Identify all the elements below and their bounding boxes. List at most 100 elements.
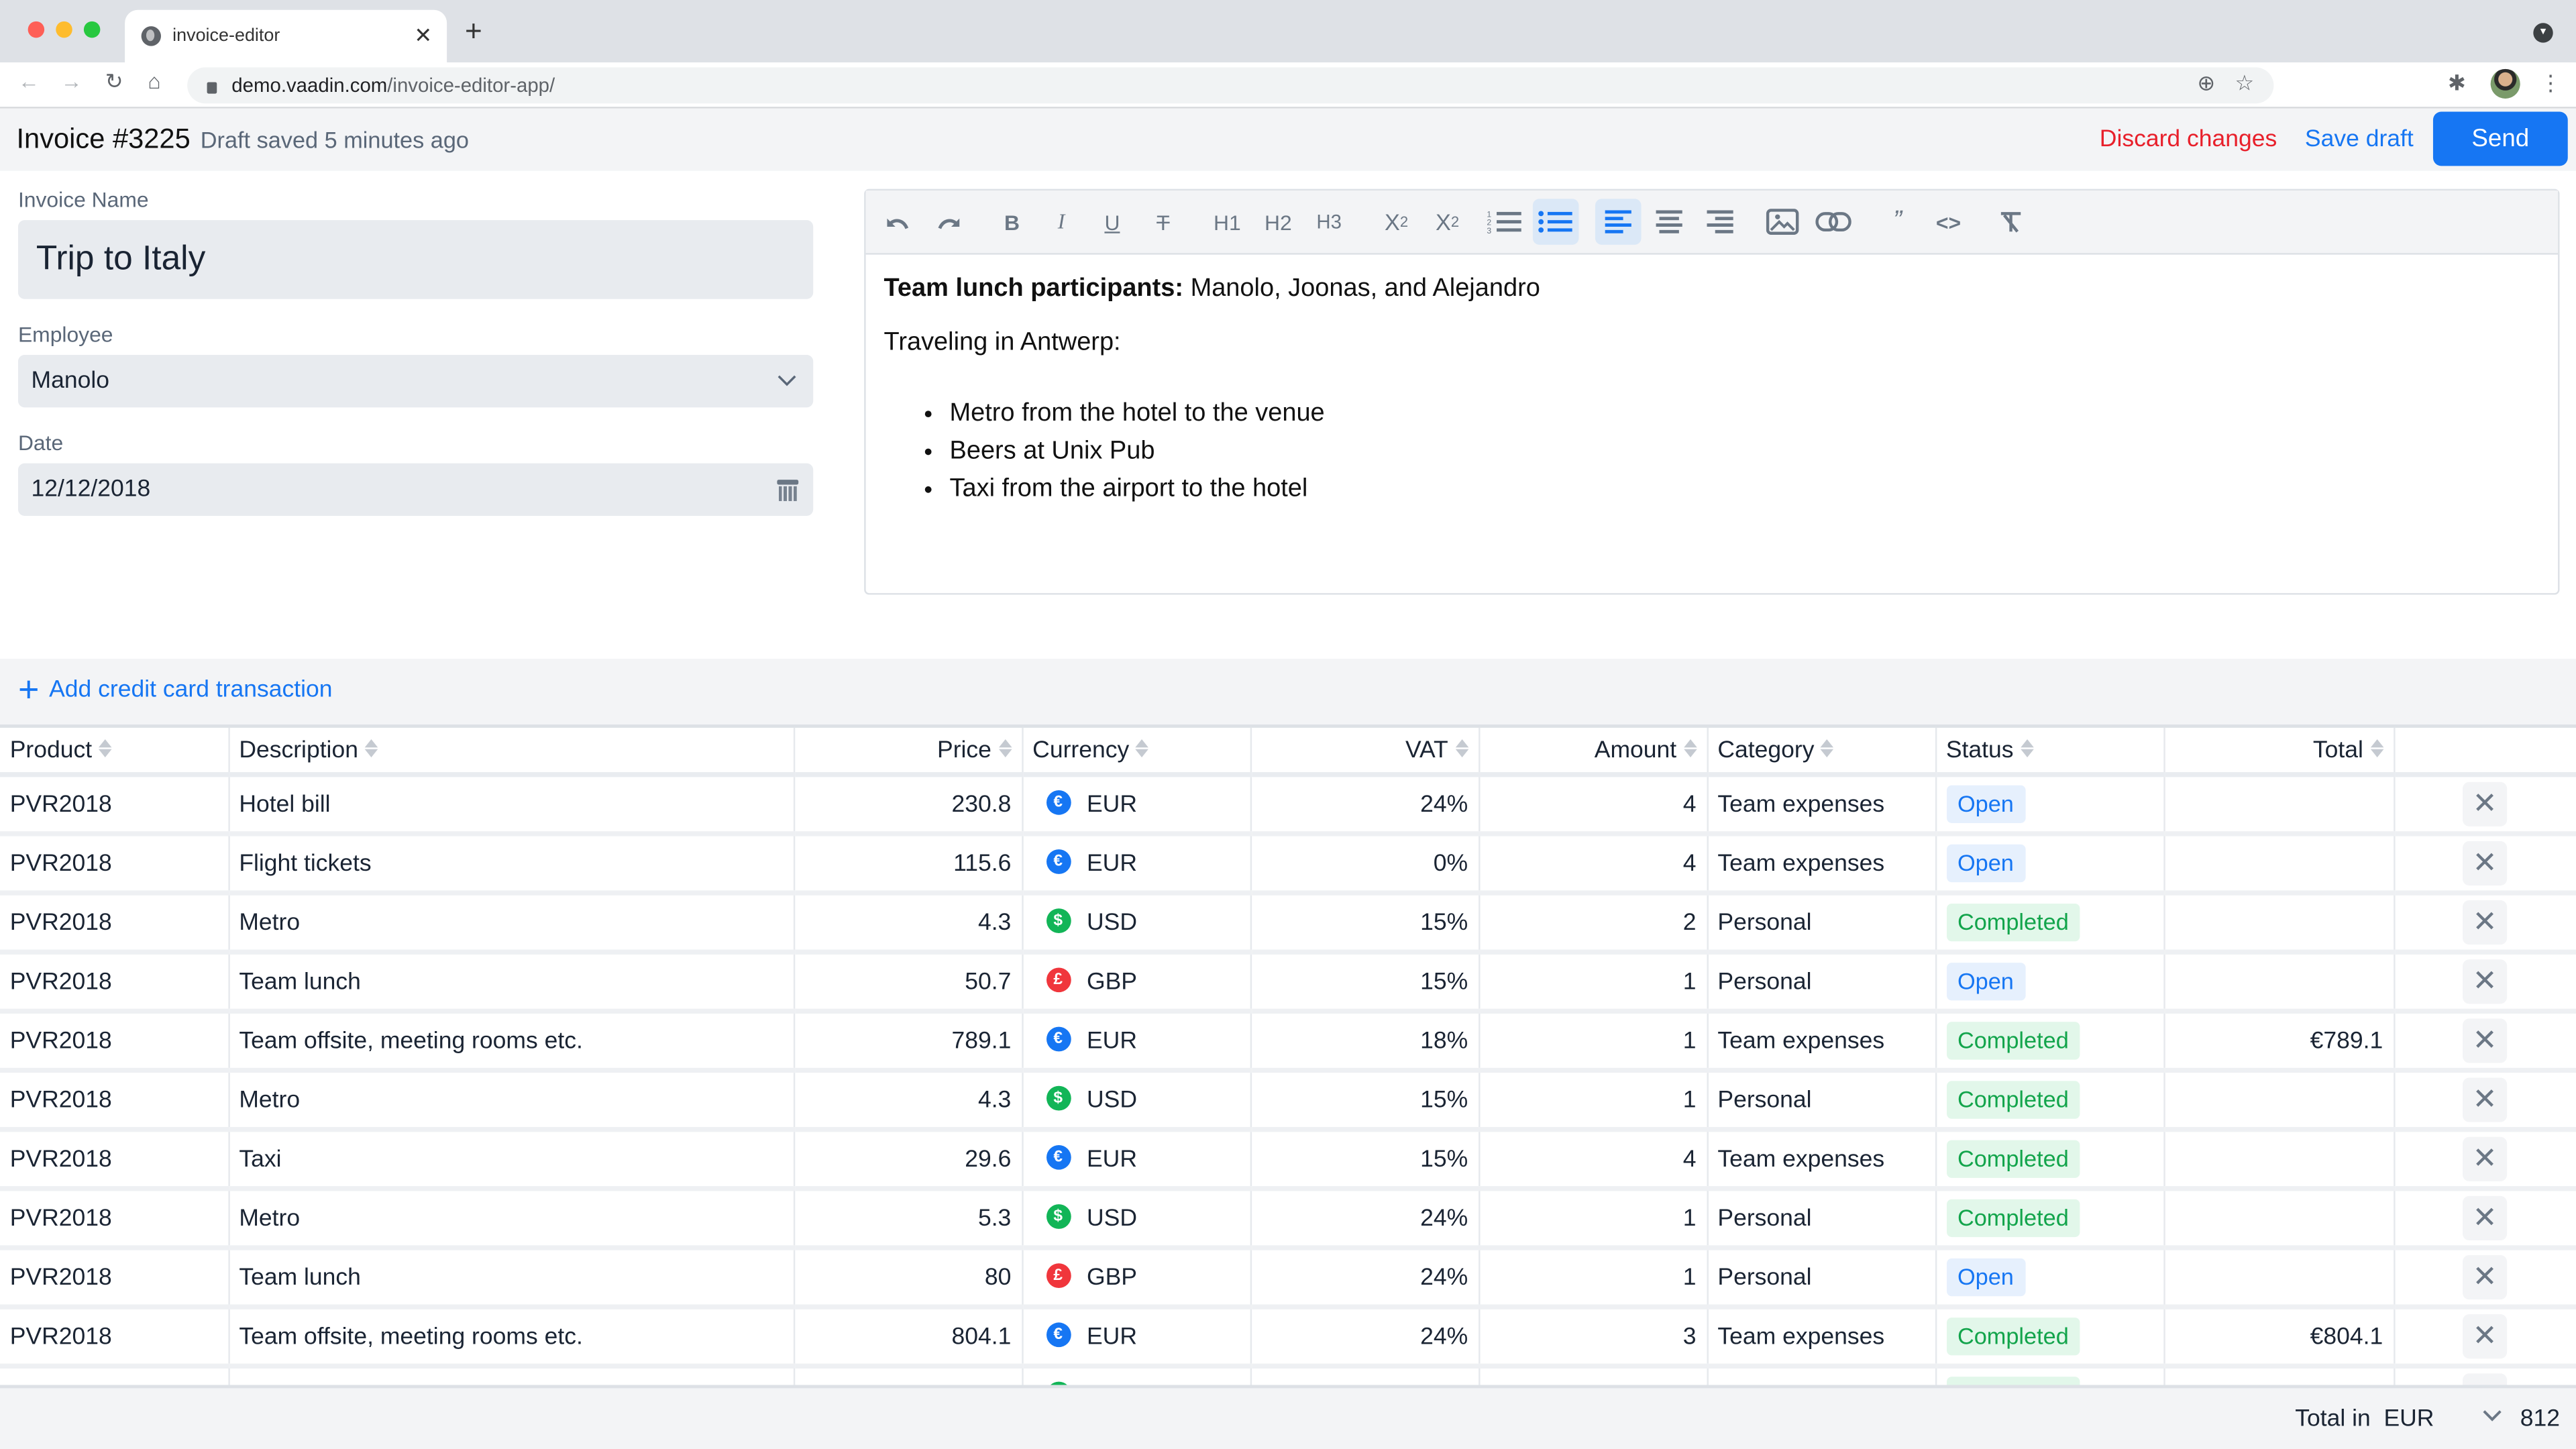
maximize-window-button[interactable] xyxy=(83,21,101,38)
save-draft-button[interactable]: Save draft xyxy=(2305,127,2414,153)
discard-changes-button[interactable]: Discard changes xyxy=(2100,127,2277,153)
cell-status[interactable]: Completed xyxy=(1935,893,2165,955)
employee-select[interactable]: Manolo xyxy=(17,354,814,408)
cell-amount[interactable]: 4 xyxy=(1479,1129,1708,1191)
cell-product[interactable]: PVR2018 xyxy=(0,893,229,955)
cell-category[interactable]: Team expenses xyxy=(1707,1011,1937,1073)
zoom-icon[interactable]: ⊕ xyxy=(2197,70,2215,97)
cell-product[interactable]: PVR2018 xyxy=(0,1129,229,1191)
cell-description[interactable]: Hotel bill xyxy=(228,774,795,837)
cell-status[interactable]: Completed xyxy=(1935,1070,2165,1132)
delete-row-button[interactable]: ✕ xyxy=(2463,1314,2508,1359)
cell-product[interactable]: PVR2018 xyxy=(0,1307,229,1369)
table-row[interactable]: PVR2018Metro5.3 $ USD 24%1PersonalCompleted… xyxy=(0,1188,2576,1250)
delete-row-button[interactable]: ✕ xyxy=(2463,1195,2508,1240)
minimize-window-button[interactable] xyxy=(56,21,72,38)
subscript-button[interactable]: X2 xyxy=(1375,199,1418,245)
heading2-button[interactable]: H2 xyxy=(1256,199,1299,245)
cell-status[interactable]: Open xyxy=(1935,774,2165,837)
send-button[interactable]: Send xyxy=(2432,111,2568,166)
new-tab-icon[interactable]: + xyxy=(465,15,482,49)
cell-price[interactable]: 80 xyxy=(793,1248,1023,1309)
cell-category[interactable]: Team expenses xyxy=(1707,1307,1937,1369)
cell-amount[interactable]: 1 xyxy=(1479,1248,1708,1309)
delete-row-button[interactable]: ✕ xyxy=(2463,900,2508,945)
redo-button[interactable] xyxy=(926,199,969,245)
cell-status[interactable]: Open xyxy=(1935,1248,2165,1309)
sort-icon[interactable] xyxy=(1136,739,1149,758)
column-header-category[interactable]: Category xyxy=(1707,727,1937,777)
sort-icon[interactable] xyxy=(364,739,378,758)
cell-product[interactable]: PVR2018 xyxy=(0,774,229,837)
delete-row-button[interactable]: ✕ xyxy=(2463,1136,2508,1181)
cell-vat[interactable]: 24% xyxy=(1250,774,1480,837)
column-header-currency[interactable]: Currency xyxy=(1022,727,1251,777)
cell-product[interactable]: PVR2018 xyxy=(0,952,229,1014)
table-row[interactable]: PVR2018 Taxi 29.6 € EUR 15% 4 Team expenses Comp… xyxy=(0,1129,2576,1191)
sort-icon[interactable] xyxy=(2369,739,2383,758)
cell-currency[interactable]: £ GBP xyxy=(1022,952,1251,1014)
column-header-status[interactable]: Status xyxy=(1935,727,2165,777)
table-row[interactable]: PVR2018 Flight tickets 115.6 € EUR 0% 4 Team ex… xyxy=(0,833,2576,896)
calendar-icon[interactable] xyxy=(777,478,799,500)
forward-icon[interactable]: → xyxy=(61,69,83,94)
cell-currency[interactable]: $ USD xyxy=(1022,893,1251,955)
cell-amount[interactable]: 1 xyxy=(1479,952,1708,1014)
image-button[interactable] xyxy=(1761,199,1804,245)
cell-vat[interactable]: 15% xyxy=(1250,1070,1480,1132)
extensions-icon[interactable]: ✱ xyxy=(2448,70,2466,97)
cell-description[interactable]: Taxi xyxy=(228,1129,795,1191)
cell-currency[interactable]: € EUR xyxy=(1022,1129,1251,1191)
sort-icon[interactable] xyxy=(998,739,1012,758)
chevron-down-icon[interactable] xyxy=(2482,1403,2502,1428)
editor-content[interactable]: Team lunch participants: Manolo, Joonas,… xyxy=(866,255,2558,528)
cell-price[interactable]: 789.1 xyxy=(793,1011,1023,1073)
date-picker[interactable]: 12/12/2018 xyxy=(17,463,814,516)
cell-amount[interactable]: 3 xyxy=(1479,1307,1708,1369)
cell-description[interactable]: Team lunch xyxy=(228,1248,795,1309)
table-row[interactable]: PVR2018 Team offsite, meeting rooms etc. 7… xyxy=(0,1011,2576,1073)
cell-status[interactable]: Open xyxy=(1935,952,2165,1014)
cell-category[interactable]: Team expenses xyxy=(1707,833,1937,896)
delete-row-button[interactable]: ✕ xyxy=(2463,1077,2508,1122)
delete-row-button[interactable]: ✕ xyxy=(2463,841,2508,886)
column-header-amount[interactable]: Amount xyxy=(1479,727,1708,777)
clear-formatting-button[interactable] xyxy=(1990,199,2033,245)
cell-price[interactable]: 50.7 xyxy=(793,952,1023,1014)
invoice-name-input[interactable]: Trip to Italy xyxy=(17,220,814,299)
superscript-button[interactable]: X2 xyxy=(1426,199,1469,245)
cell-currency[interactable]: € EUR xyxy=(1022,833,1251,896)
delete-row-button[interactable]: ✕ xyxy=(2463,959,2508,1004)
sort-icon[interactable] xyxy=(1682,739,1697,758)
cell-description[interactable]: Team lunch xyxy=(228,952,795,1014)
cell-price[interactable]: 29.6 xyxy=(793,1129,1023,1191)
cell-description[interactable]: Flight tickets xyxy=(228,833,795,896)
cell-currency[interactable]: € EUR xyxy=(1022,774,1251,837)
add-transaction-button[interactable]: + Add credit card transaction xyxy=(18,671,333,707)
column-header-price[interactable]: Price xyxy=(793,727,1023,777)
cell-status[interactable]: Completed xyxy=(1935,1188,2165,1250)
cell-status[interactable]: Completed xyxy=(1935,1011,2165,1073)
cell-product[interactable]: PVR2018 xyxy=(0,1188,229,1250)
chevron-down-icon[interactable] xyxy=(777,370,796,392)
cell-amount[interactable]: 1 xyxy=(1479,1011,1708,1073)
align-right-button[interactable] xyxy=(1699,199,1741,245)
delete-row-button[interactable]: ✕ xyxy=(2463,1018,2508,1063)
column-header-vat[interactable]: VAT xyxy=(1250,727,1480,777)
delete-row-button[interactable]: ✕ xyxy=(2463,782,2508,826)
cell-description[interactable]: Metro xyxy=(228,1188,795,1250)
cell-category[interactable]: Personal xyxy=(1707,1188,1937,1250)
table-row[interactable]: PVR2018 Hotel bill 230.8 € EUR 24% 4 Team expen… xyxy=(0,774,2576,837)
cell-status[interactable]: Open xyxy=(1935,833,2165,896)
align-left-button[interactable] xyxy=(1595,199,1642,245)
cell-vat[interactable]: 0% xyxy=(1250,833,1480,896)
menu-icon[interactable]: ⋮ xyxy=(2540,70,2561,97)
cell-category[interactable]: Team expenses xyxy=(1707,1129,1937,1191)
total-currency-select[interactable]: EUR xyxy=(2383,1406,2434,1432)
browser-tab[interactable]: invoice-editor ✕ xyxy=(125,9,447,63)
code-block-button[interactable]: <> xyxy=(1927,199,1970,245)
cell-category[interactable]: Team expenses xyxy=(1707,774,1937,837)
cell-vat[interactable]: 24% xyxy=(1250,1188,1480,1250)
heading3-button[interactable]: H3 xyxy=(1307,199,1350,245)
tab-search-icon[interactable]: ▾ xyxy=(2533,23,2553,43)
